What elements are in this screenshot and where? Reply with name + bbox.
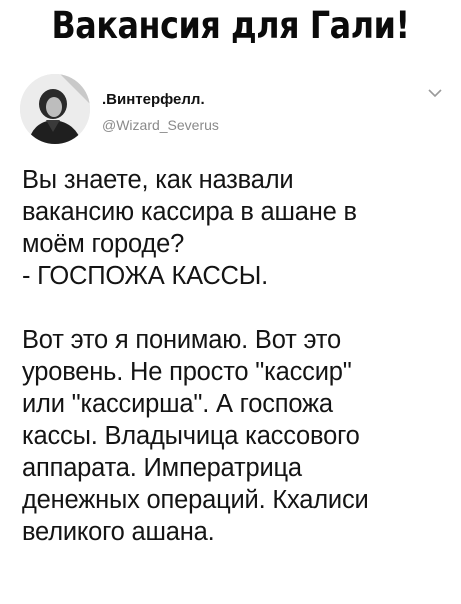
avatar-image bbox=[20, 74, 90, 144]
avatar[interactable] bbox=[20, 74, 90, 144]
author-name[interactable]: .Винтерфелл. bbox=[102, 91, 205, 108]
headline: Вакансия для Гали! bbox=[51, 4, 410, 47]
chevron-down-icon[interactable] bbox=[428, 88, 442, 98]
tweet-paragraph-2: Вот это я понимаю. Вот это уровень. Не п… bbox=[22, 326, 369, 546]
author-handle[interactable]: @Wizard_Severus bbox=[102, 117, 219, 133]
tweet-body: Вы знаете, как назвали вакансию кассира … bbox=[22, 164, 447, 548]
tweet-header: .Винтерфелл. @Wizard_Severus bbox=[20, 74, 450, 146]
tweet-paragraph-1: Вы знаете, как назвали вакансию кассира … bbox=[22, 166, 357, 290]
